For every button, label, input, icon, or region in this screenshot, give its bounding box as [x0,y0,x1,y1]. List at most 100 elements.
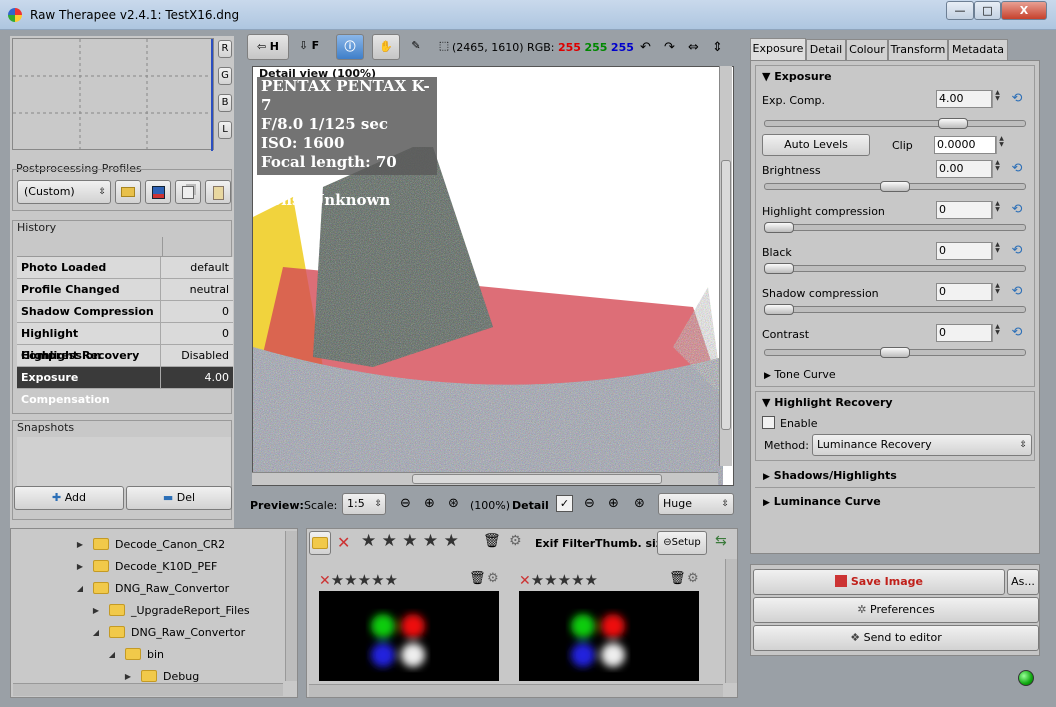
setup-button[interactable]: ⊖Setup [657,531,707,555]
reset-icon[interactable]: ⟲ [1008,203,1026,217]
method-select[interactable]: Luminance Recovery ⇳ [812,434,1032,456]
black-slider[interactable] [764,265,1026,272]
flip-horizontal-icon[interactable]: ⇔ [688,40,699,55]
detail-zoom-in-icon[interactable]: ⊕ [608,496,619,511]
profile-select[interactable]: (Custom) ⇳ [17,180,111,204]
thumbnail-image-1[interactable] [319,591,499,681]
send-to-editor-button[interactable]: ❖ Send to editor [753,625,1039,651]
history-row[interactable]: Photo Loaded default [17,257,233,279]
tree-item[interactable]: ▶ Decode_K10D_PEF [75,555,250,577]
filter-rejected-icon[interactable]: ✕ [337,533,350,552]
color-picker-button[interactable]: ✎ [404,34,428,60]
detail-zoom-out-icon[interactable]: ⊖ [584,496,595,511]
tab-colour[interactable]: Colour [846,39,888,61]
gear-icon[interactable]: ⚙ [509,533,522,549]
save-as-button[interactable]: As... [1007,569,1039,595]
zoom-out-icon[interactable]: ⊖ [400,496,411,511]
close-button[interactable]: X [1001,1,1047,20]
info-toggle-button[interactable]: ⓘ [336,34,364,60]
del-snapshot-button[interactable]: ▬ Del [126,486,232,510]
reset-icon[interactable]: ⟲ [1008,326,1026,340]
sh-comp-input[interactable]: 0 [936,283,992,301]
exif-filter-label[interactable]: Exif Filter [535,537,595,550]
sh-comp-slider-knob[interactable] [764,304,794,315]
brightness-spinner[interactable]: ▲ ▼ [992,160,1002,178]
trash-icon[interactable]: 🗑 [483,533,501,549]
image-vscrollbar[interactable] [719,66,732,466]
highlight-recovery-header[interactable]: ▼ Highlight Recovery [762,396,893,409]
contrast-spinner[interactable]: ▲ ▼ [992,324,1002,342]
auto-levels-button[interactable]: Auto Levels [762,134,870,156]
hist-forward-button[interactable]: ⇩ F [291,34,327,60]
tree-item[interactable]: ◢ DNG_Raw_Convertor [75,577,250,599]
image-hscrollbar[interactable] [252,472,718,485]
detail-checkbox[interactable]: ✓ [556,495,573,512]
zoom-fit-icon[interactable]: ⊛ [448,496,459,511]
exp-comp-spinner[interactable]: ▲ ▼ [992,90,1002,108]
shadows-highlights-expander[interactable]: ▶ Shadows/Highlights [763,469,897,482]
histogram-l-toggle[interactable]: L [218,121,232,139]
reset-icon[interactable]: ⟲ [1008,92,1026,106]
thumbnail-image-2[interactable] [519,591,699,681]
sh-comp-slider[interactable] [764,306,1026,313]
scale-select[interactable]: 1:5 ⇳ [342,493,386,515]
filmstrip-hscrollbar[interactable] [309,684,723,697]
exp-comp-slider[interactable] [764,120,1026,127]
histogram-r-toggle[interactable]: R [218,40,232,58]
tree-item[interactable]: ▶ Decode_Canon_CR2 [75,533,250,555]
sync-icon[interactable]: ⇆ [715,533,727,549]
history-row-selected[interactable]: Exposure Compensation 4.00 [17,367,233,406]
exp-comp-slider-knob[interactable] [938,118,968,129]
hl-comp-slider-knob[interactable] [764,222,794,233]
sh-comp-spinner[interactable]: ▲ ▼ [992,283,1002,301]
brightness-slider-knob[interactable] [880,181,910,192]
black-spinner[interactable]: ▲ ▼ [992,242,1002,260]
tab-detail[interactable]: Detail [806,39,846,61]
black-slider-knob[interactable] [764,263,794,274]
add-snapshot-button[interactable]: ✚ Add [14,486,124,510]
preferences-button[interactable]: ✲ Preferences [753,597,1039,623]
brightness-input[interactable]: 0.00 [936,160,992,178]
reset-icon[interactable]: ⟲ [1008,244,1026,258]
tree-item[interactable]: ◢ bin [107,643,250,665]
reset-icon[interactable]: ⟲ [1008,285,1026,299]
tree-item[interactable]: ◢ DNG_Raw_Convertor [91,621,250,643]
copy-profile-button[interactable] [175,180,201,204]
snapshots-list[interactable] [17,437,231,489]
tree-vscrollbar[interactable] [285,531,297,681]
tab-exposure[interactable]: Exposure [750,38,806,62]
contrast-slider-knob[interactable] [880,347,910,358]
histogram-b-toggle[interactable]: B [218,94,232,112]
flip-vertical-icon[interactable]: ⇕ [712,40,723,55]
luminance-curve-expander[interactable]: ▶ Luminance Curve [763,495,881,508]
rotate-right-icon[interactable]: ↷ [664,40,675,55]
black-input[interactable]: 0 [936,242,992,260]
vscroll-thumb[interactable] [721,160,731,430]
hist-back-button[interactable]: ⇦ H [247,34,289,60]
hscroll-thumb[interactable] [412,474,662,484]
minimize-button[interactable]: — [946,1,974,20]
filmstrip-vscrollbar[interactable] [725,559,737,683]
thumb-2[interactable]: ✕★★★★★ 🗑 ⚙ [519,571,699,589]
history-row[interactable]: Highlight Recovery Disabled [17,345,233,367]
paste-profile-button[interactable] [205,180,231,204]
filter-folder-button[interactable] [309,531,331,555]
history-row[interactable]: Shadow Compression 0 [17,301,233,323]
clip-spinner[interactable]: ▲ ▼ [996,136,1006,154]
contrast-input[interactable]: 0 [936,324,992,342]
hl-comp-slider[interactable] [764,224,1026,231]
crop-button[interactable]: ⬚ [434,34,454,60]
tab-transform[interactable]: Transform [888,39,948,61]
maximize-button[interactable]: □ [974,1,1001,20]
exp-comp-input[interactable]: 4.00 [936,90,992,108]
save-profile-button[interactable] [145,180,171,204]
open-profile-button[interactable] [115,180,141,204]
filter-stars[interactable]: ★ ★ ★ ★ ★ [361,531,459,551]
clip-input[interactable]: 0.0000 [934,136,996,154]
hl-comp-spinner[interactable]: ▲ ▼ [992,201,1002,219]
image-view[interactable]: Detail view (100%) PENTAX PENTAX K-7 F/8… [252,66,734,486]
tone-curve-expander[interactable]: ▶ Tone Curve [764,368,836,381]
thumb-1[interactable]: ✕★★★★★ 🗑 ⚙ [319,571,499,589]
tree-item[interactable]: ▶ _UpgradeReport_Files [91,599,250,621]
enable-checkbox[interactable] [762,416,775,429]
